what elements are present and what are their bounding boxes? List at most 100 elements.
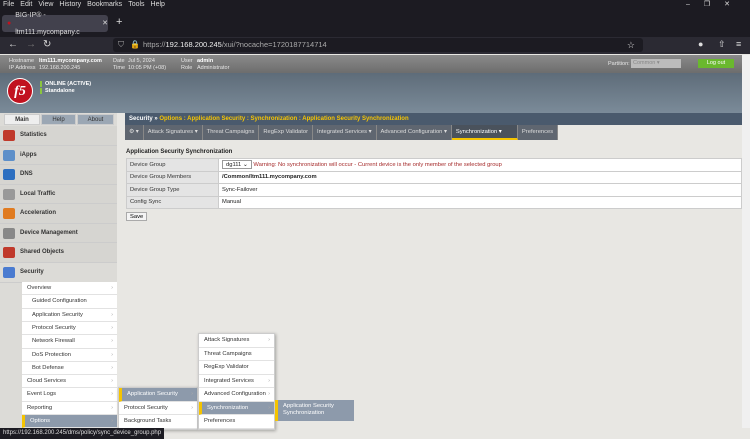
- sidebar-item-iapps[interactable]: iApps: [0, 145, 117, 165]
- ha-mode: Standalone: [40, 88, 75, 94]
- account-icon[interactable]: ●: [698, 39, 703, 49]
- sub-tabs: ⚙ ▾ Attack Signatures ▾ Threat Campaigns Re…: [125, 125, 742, 140]
- menu-item-label: Cloud Services: [27, 378, 66, 385]
- new-tab-button[interactable]: +: [116, 16, 122, 28]
- menu-item-label: Event Logs: [27, 391, 57, 398]
- reload-icon[interactable]: ↻: [43, 39, 51, 50]
- sidebar-item-acceleration[interactable]: Acceleration: [0, 204, 117, 224]
- security-menu-cloud-services[interactable]: Cloud Services: [22, 375, 117, 389]
- close-tab-icon[interactable]: ✕: [102, 15, 108, 32]
- url-host: 192.168.200.245: [165, 40, 222, 49]
- row-value: dg111 ⌄ Warning: No synchronization will…: [218, 158, 742, 172]
- user: admin: [197, 58, 214, 64]
- tab-help[interactable]: Help: [41, 114, 76, 125]
- time: 10:05 PM (+08): [128, 65, 167, 71]
- security-menu-dos-protection[interactable]: DoS Protection: [22, 348, 117, 362]
- flyout-item-synchronization[interactable]: Synchronization: [199, 401, 274, 415]
- breadcrumb-root[interactable]: Security: [129, 116, 153, 122]
- flyout-item-protocol-security[interactable]: Protocol Security: [119, 402, 197, 415]
- menu-item-label: Network Firewall: [32, 338, 75, 345]
- menu-help[interactable]: Help: [151, 0, 165, 10]
- tab-about[interactable]: About: [77, 114, 114, 125]
- row-label: Device Group Type: [126, 183, 219, 197]
- subtab-threat-campaigns[interactable]: Threat Campaigns: [202, 125, 260, 140]
- security-menu-reporting[interactable]: Reporting: [22, 401, 117, 416]
- subtab-regexp-validator[interactable]: RegExp Validator: [259, 125, 314, 140]
- security-icon: [3, 267, 15, 278]
- sidebar-item-dns[interactable]: DNS: [0, 165, 117, 185]
- security-menu-bot-defense[interactable]: Bot Defense: [22, 361, 117, 376]
- sidebar-item-label: Statistics: [20, 132, 47, 138]
- flyout-item-threat-campaigns[interactable]: Threat Campaigns: [199, 348, 274, 361]
- flyout-item-preferences[interactable]: Preferences: [199, 415, 274, 429]
- subtab-preferences[interactable]: Preferences: [517, 125, 559, 140]
- f5-logo: f5: [7, 78, 33, 104]
- subtab-synchronization[interactable]: Synchronization ▾: [451, 125, 518, 140]
- tab-strip: [0, 10, 750, 37]
- window-controls[interactable]: –❐✕: [686, 0, 744, 10]
- iapps-icon: [3, 149, 15, 161]
- forward-icon[interactable]: →: [26, 39, 36, 50]
- flyout-item-application-security[interactable]: Application Security: [119, 388, 197, 402]
- flyout-item-regexp-validator[interactable]: RegExp Validator: [199, 361, 274, 375]
- sidebar-item-device-management[interactable]: Device Management: [0, 223, 117, 243]
- breadcrumb-separator: »: [154, 116, 158, 122]
- security-menu-guided-configuration[interactable]: Guided Configuration: [22, 295, 117, 309]
- partition-value: Common: [633, 60, 656, 66]
- menu-item-label: Overview: [27, 285, 52, 291]
- partition-label: Partition:: [608, 61, 630, 67]
- subtab-integrated-services[interactable]: Integrated Services ▾: [313, 125, 377, 140]
- logout-button[interactable]: Log out: [698, 59, 734, 68]
- online-status: ONLINE (ACTIVE): [40, 81, 91, 87]
- device-group-select[interactable]: dg111 ⌄: [222, 160, 252, 170]
- back-icon[interactable]: ←: [8, 39, 18, 50]
- partition-select[interactable]: Common ▾: [631, 59, 681, 68]
- sidebar-item-label: Shared Objects: [20, 249, 65, 255]
- sidebar-item-local-traffic[interactable]: Local Traffic: [0, 184, 117, 204]
- time-label: Time: [113, 65, 126, 71]
- menu-file[interactable]: File: [3, 0, 14, 10]
- date: Jul 5, 2024: [128, 58, 155, 64]
- subtab-advanced-configuration[interactable]: Advanced Configuration ▾: [376, 125, 452, 140]
- sidebar-item-label: Security: [20, 269, 44, 275]
- breadcrumb-path: Options : Application Security : Synchro…: [159, 116, 409, 122]
- subtab-settings[interactable]: ⚙ ▾: [125, 125, 144, 140]
- security-menu-network-firewall[interactable]: Network Firewall: [22, 335, 117, 349]
- browser-tab[interactable]: ● BIG-IP® - ltm111.mycompany.c ✕: [2, 12, 108, 36]
- row-value: Sync-Failover: [218, 183, 742, 197]
- subtab-attack-signatures[interactable]: Attack Signatures ▾: [143, 125, 203, 140]
- menu-icon[interactable]: ≡: [736, 39, 741, 49]
- security-menu-application-security[interactable]: Application Security: [22, 308, 117, 322]
- sidebar-item-label: Acceleration: [20, 210, 57, 216]
- hostname: ltm111.mycompany.com: [39, 58, 102, 64]
- security-menu-overview[interactable]: Overview: [22, 282, 117, 296]
- extensions-icon[interactable]: ⇧: [718, 39, 726, 50]
- bookmark-star-icon[interactable]: ☆: [627, 38, 635, 52]
- menu-item-label: Guided Configuration: [32, 298, 87, 305]
- url-bar[interactable]: ⛉ 🔒 https://192.168.200.245/xui/?nocache=…: [113, 38, 643, 52]
- ip-label: IP Address: [9, 65, 36, 71]
- flyout-item-attack-signatures[interactable]: Attack Signatures: [199, 334, 274, 348]
- security-menu-event-logs[interactable]: Event Logs: [22, 388, 117, 402]
- menu-tools[interactable]: Tools: [128, 0, 144, 10]
- menu-item-label: Reporting: [27, 404, 53, 411]
- device-management-icon: [3, 227, 15, 239]
- flyout-item-background-tasks[interactable]: Background Tasks: [119, 415, 197, 429]
- flyout-item-advanced-configuration[interactable]: Advanced Configuration: [199, 388, 274, 402]
- status-banner: [0, 73, 742, 113]
- flyout-app-sec-sync[interactable]: Application Security Synchronization: [275, 400, 354, 421]
- lock-icon: 🔒: [130, 40, 140, 49]
- sync-warning: Warning: No synchronization will occur -…: [253, 162, 502, 169]
- menu-item-label: DoS Protection: [32, 351, 71, 358]
- sidebar-item-statistics[interactable]: Statistics: [0, 126, 117, 146]
- statistics-icon: [3, 130, 15, 141]
- security-menu-options[interactable]: Options: [22, 415, 117, 429]
- flyout-item-integrated-services[interactable]: Integrated Services: [199, 375, 274, 388]
- tab-main[interactable]: Main: [4, 114, 40, 125]
- sidebar-item-shared-objects[interactable]: Shared Objects: [0, 243, 117, 263]
- table-row: Device Group Members/Common/ltm111.mycom…: [126, 170, 742, 184]
- sidebar-item-security[interactable]: Security: [0, 263, 117, 283]
- scrollbar[interactable]: [742, 55, 750, 428]
- security-menu-protocol-security[interactable]: Protocol Security: [22, 321, 117, 336]
- save-button[interactable]: Save: [126, 212, 148, 221]
